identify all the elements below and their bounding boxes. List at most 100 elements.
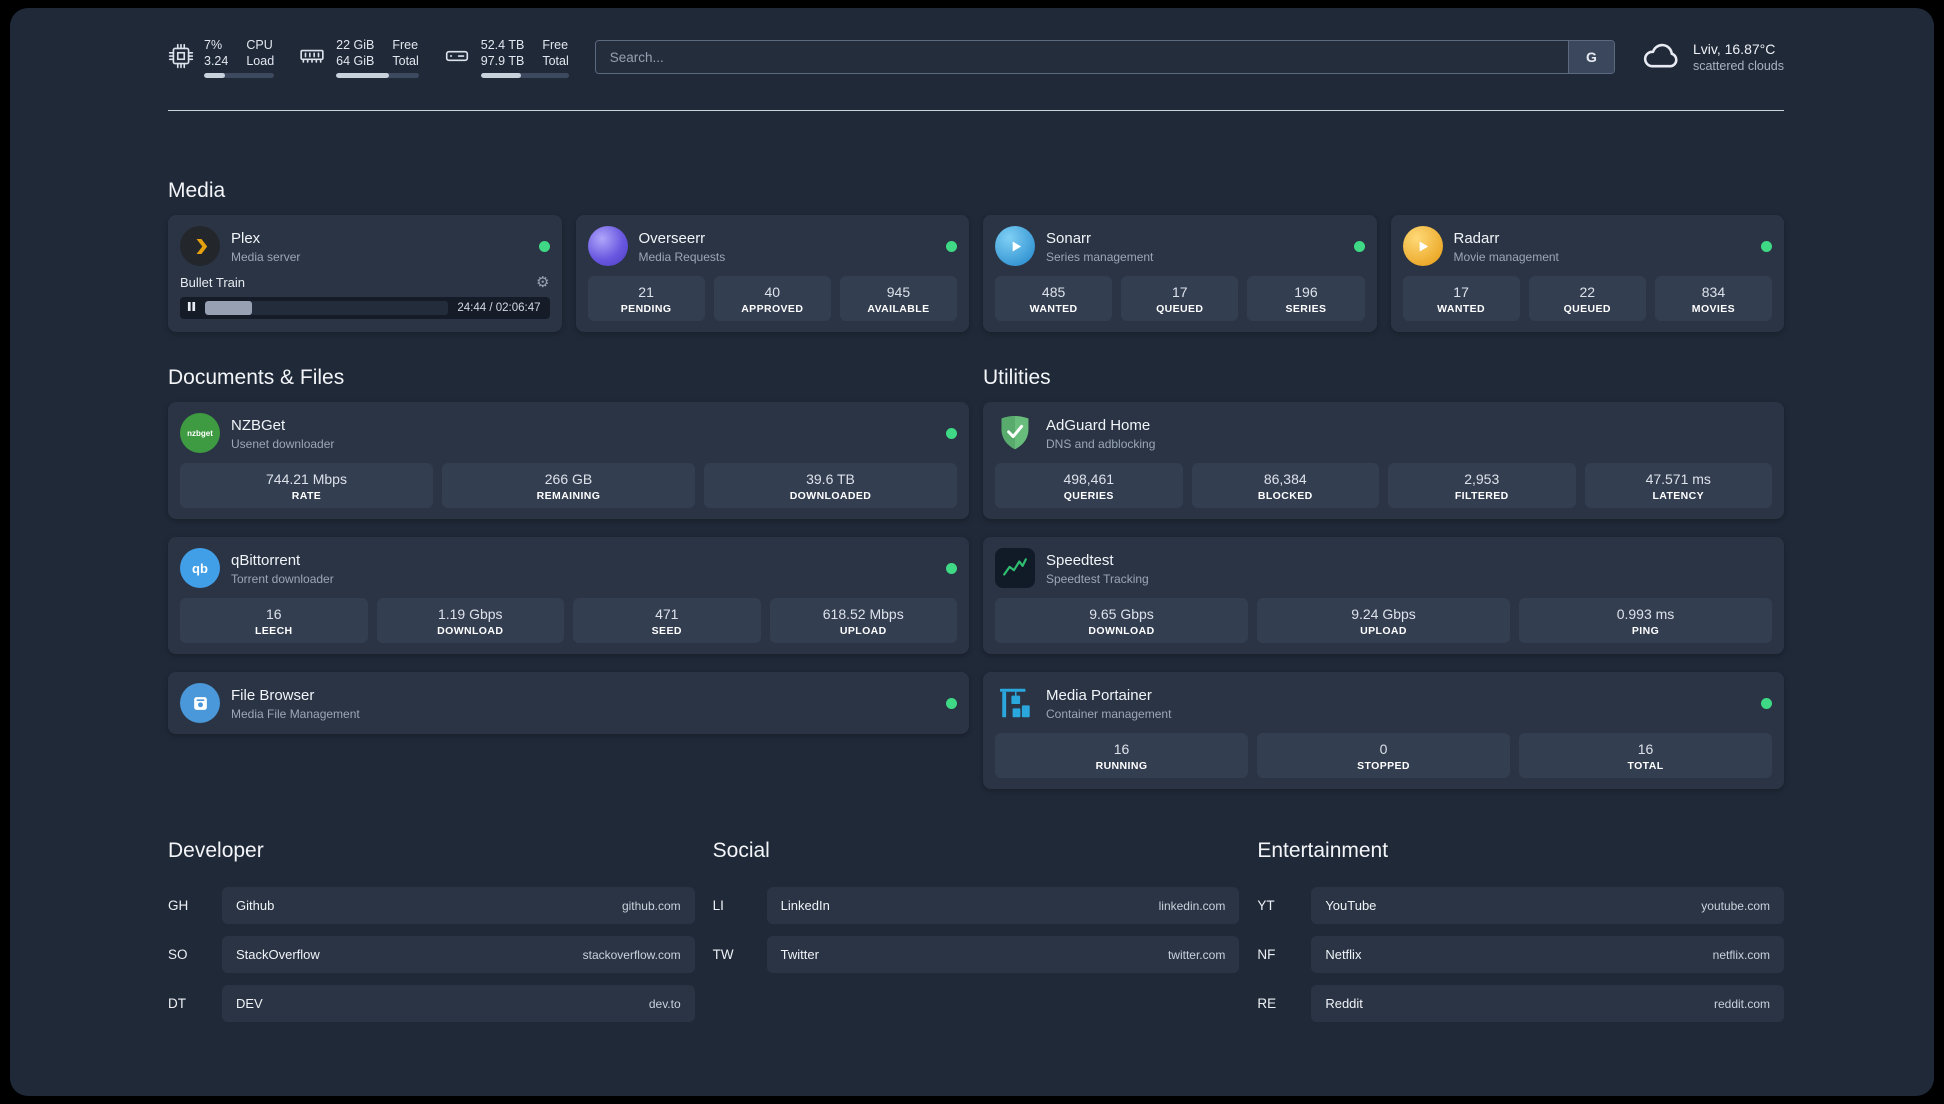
portainer-icon — [995, 683, 1035, 723]
documents-section-title: Documents & Files — [168, 366, 345, 389]
speedtest-card[interactable]: Speedtest Speedtest Tracking 9.65 Gbps DO… — [983, 537, 1784, 654]
search-input[interactable] — [595, 41, 1568, 73]
app-subtitle: DNS and adblocking — [1046, 436, 1156, 451]
overseerr-icon — [587, 226, 628, 266]
status-dot — [538, 240, 550, 252]
pause-button[interactable] — [187, 299, 196, 317]
bookmark-link-stackoverflow[interactable]: StackOverflow stackoverflow.com — [222, 936, 695, 973]
app-subtitle: Speedtest Tracking — [1046, 571, 1149, 586]
media-section-title: Media — [168, 179, 226, 202]
app-name: Speedtest — [1046, 551, 1114, 569]
system-stats: 7% CPU 3.24 Load 22 GiB Free 64 GiB Tota… — [168, 37, 569, 78]
bookmark-row: DT DEV dev.to — [168, 985, 695, 1022]
bookmark-abbr: NF — [1257, 947, 1276, 962]
weather-location: Lviv, 16.87°C — [1692, 41, 1776, 57]
bookmark-row: SO StackOverflow stackoverflow.com — [168, 936, 695, 973]
weather-widget: Lviv, 16.87°C scattered clouds — [1641, 39, 1784, 76]
cpu-load-label: Load — [246, 53, 275, 68]
stat-tile: 834 MOVIES — [1654, 276, 1773, 321]
developer-section-title: Developer — [168, 839, 264, 862]
stat-tile: 86,384 BLOCKED — [1191, 463, 1379, 508]
bookmark-row: LI LinkedIn linkedin.com — [713, 887, 1240, 924]
sonarr-icon — [995, 226, 1035, 266]
app-name: File Browser — [231, 686, 315, 704]
overseerr-card[interactable]: Overseerr Media Requests 21 PENDING 40 APP… — [575, 215, 969, 332]
bookmark-abbr: YT — [1257, 898, 1275, 913]
disk-free: 52.4 TB — [480, 37, 525, 52]
cpu-load: 3.24 — [204, 53, 229, 68]
stat-tile: 21 PENDING — [587, 276, 705, 321]
stat-tile: 618.52 Mbps UPLOAD — [769, 598, 957, 643]
topbar: 7% CPU 3.24 Load 22 GiB Free 64 GiB Tota… — [168, 34, 1784, 80]
bookmark-abbr: TW — [712, 947, 734, 962]
bookmark-row: GH Github github.com — [168, 887, 695, 924]
stat-tile: 17 QUEUED — [1121, 276, 1239, 321]
qbittorrent-card[interactable]: qb qBittorrent Torrent downloader 16 LEEC… — [168, 537, 969, 654]
app-subtitle: Container management — [1046, 706, 1172, 721]
social-section: Social LI LinkedIn linkedin.com TW Twitt… — [713, 839, 1240, 1034]
cloud-icon — [1641, 39, 1683, 76]
adguard-card[interactable]: AdGuard Home DNS and adblocking 498,461 Q… — [983, 402, 1784, 519]
plex-icon — [180, 226, 220, 266]
portainer-card[interactable]: Media Portainer Container management 16 R… — [983, 672, 1784, 789]
bookmark-row: TW Twitter twitter.com — [713, 936, 1240, 973]
status-dot — [946, 562, 957, 574]
ram-total-label: Total — [392, 53, 419, 68]
disk-icon — [443, 37, 471, 74]
app-name: Media Portainer — [1046, 686, 1152, 704]
filebrowser-card[interactable]: File Browser Media File Management — [168, 672, 969, 734]
search-provider-button[interactable]: G — [1567, 41, 1614, 73]
plex-card[interactable]: Plex Media server Bullet Train ⚙ 24:44 /… — [168, 215, 562, 332]
stat-tile: 744.21 Mbps RATE — [180, 463, 433, 508]
disk-progressbar — [480, 72, 569, 78]
bookmark-link-twitter[interactable]: Twitter twitter.com — [766, 936, 1240, 973]
qbittorrent-icon: qb — [180, 548, 220, 588]
app-subtitle: Movie management — [1453, 249, 1559, 264]
entertainment-section-title: Entertainment — [1257, 839, 1389, 862]
stat-tile: 9.65 Gbps DOWNLOAD — [995, 598, 1248, 643]
gear-icon[interactable]: ⚙ — [536, 275, 549, 290]
stat-tile: 485 WANTED — [995, 276, 1113, 321]
topbar-divider — [168, 110, 1784, 111]
ram-widget: 22 GiB Free 64 GiB Total — [298, 37, 419, 78]
media-section: Media Plex Media server Bullet Train ⚙ 2… — [168, 179, 1784, 332]
app-subtitle: Media File Management — [231, 706, 360, 721]
sonarr-card[interactable]: Sonarr Series management 485 WANTED 17 QUE… — [983, 215, 1377, 332]
app-name: Overseerr — [638, 229, 706, 247]
documents-section: Documents & Files nzbget NZBGet Usenet d… — [168, 366, 969, 789]
utilities-section: Utilities AdGuard Home DNS and adblockin… — [983, 366, 1784, 789]
disk-free-label: Free — [542, 37, 569, 52]
stat-tile: 266 GB REMAINING — [442, 463, 695, 508]
bookmark-link-netflix[interactable]: Netflix netflix.com — [1311, 936, 1784, 973]
now-playing-title: Bullet Train — [180, 275, 246, 290]
radarr-icon — [1402, 226, 1443, 266]
app-name: NZBGet — [231, 416, 286, 434]
app-subtitle: Media Requests — [638, 249, 726, 264]
bookmark-link-youtube[interactable]: YouTube youtube.com — [1311, 887, 1784, 924]
seek-bar[interactable] — [205, 301, 449, 315]
app-subtitle: Usenet downloader — [231, 436, 335, 451]
bookmark-abbr: DT — [168, 996, 186, 1011]
disk-total: 97.9 TB — [480, 53, 525, 68]
bookmark-link-linkedin[interactable]: LinkedIn linkedin.com — [766, 887, 1240, 924]
ram-progressbar — [336, 72, 419, 78]
cpu-percent: 7% — [204, 37, 223, 52]
stat-tile: 9.24 Gbps UPLOAD — [1257, 598, 1510, 643]
bookmark-row: RE Reddit reddit.com — [1257, 985, 1784, 1022]
bookmark-link-reddit[interactable]: Reddit reddit.com — [1311, 985, 1784, 1022]
app-name: AdGuard Home — [1046, 416, 1151, 434]
bookmark-link-github[interactable]: Github github.com — [222, 887, 695, 924]
filebrowser-icon — [180, 683, 220, 723]
stat-tile: 0 STOPPED — [1257, 733, 1510, 778]
media-player: 24:44 / 02:06:47 — [180, 297, 550, 319]
dashboard: 7% CPU 3.24 Load 22 GiB Free 64 GiB Tota… — [10, 8, 1934, 1096]
stat-tile: 2,953 FILTERED — [1388, 463, 1576, 508]
bookmark-link-dev[interactable]: DEV dev.to — [222, 985, 695, 1022]
app-subtitle: Media server — [231, 249, 301, 264]
cpu-progressbar — [204, 72, 275, 78]
radarr-card[interactable]: Radarr Movie management 17 WANTED 22 QUEUE… — [1390, 215, 1784, 332]
stat-tile: 945 AVAILABLE — [839, 276, 958, 321]
disk-widget: 52.4 TB Free 97.9 TB Total — [443, 37, 569, 78]
nzbget-card[interactable]: nzbget NZBGet Usenet downloader 744.21 M… — [168, 402, 969, 519]
status-dot — [946, 427, 957, 439]
